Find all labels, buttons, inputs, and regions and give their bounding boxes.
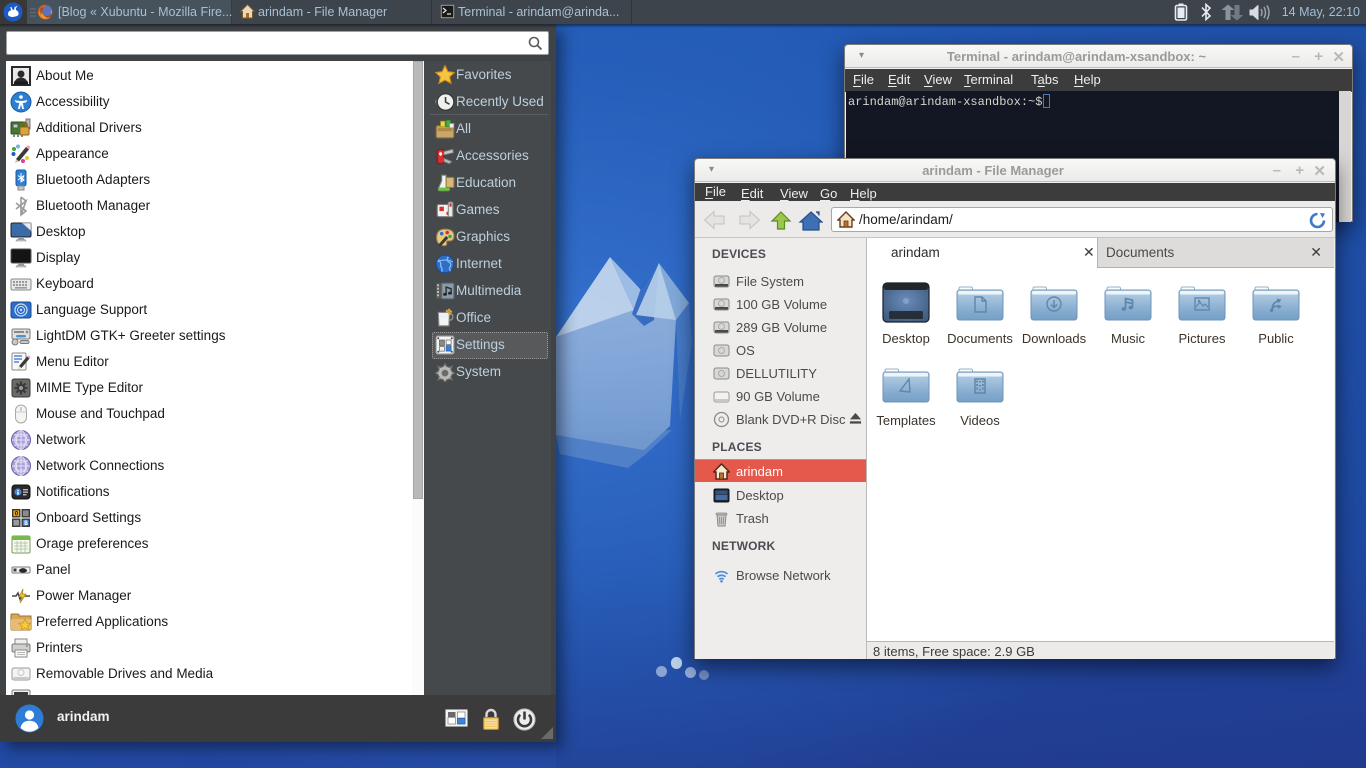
svg-text:O: O bbox=[15, 510, 19, 517]
svg-text:B: B bbox=[24, 519, 28, 526]
